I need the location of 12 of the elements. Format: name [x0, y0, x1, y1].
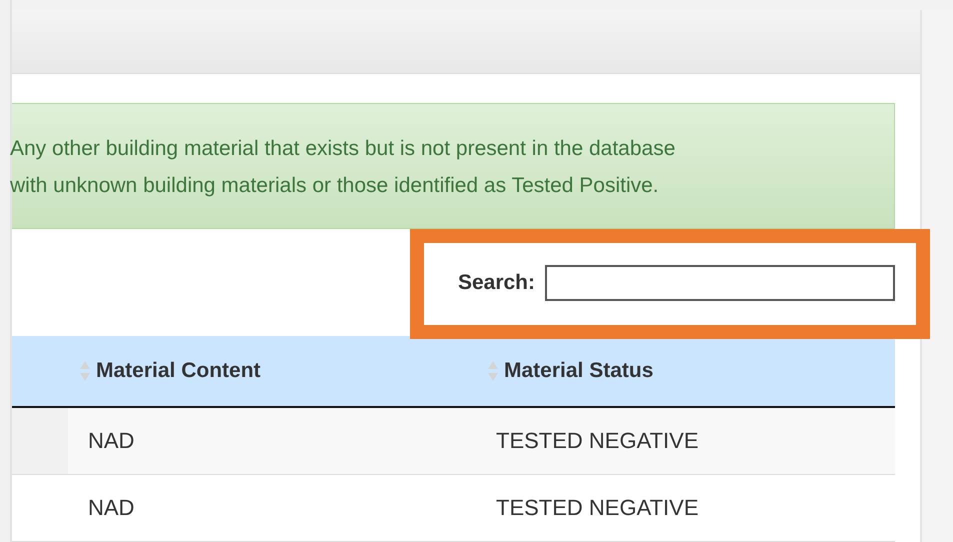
table-cell: NAD: [88, 495, 134, 520]
alert-text: with unknown building materials or those identified as Tested Positive.: [10, 173, 659, 199]
table-cell: TESTED NEGATIVE: [496, 428, 699, 453]
column-header[interactable]: Material Content: [96, 359, 261, 383]
search-field[interactable]: [545, 264, 895, 300]
sort-icon[interactable]: [80, 361, 90, 381]
column-header[interactable]: Material Status: [504, 359, 654, 383]
table-cell: NAD: [88, 428, 134, 453]
table-cell: TESTED NEGATIVE: [496, 495, 699, 520]
search-label: Search:: [458, 270, 535, 294]
sort-icon[interactable]: [488, 361, 498, 381]
alert-text: Any other building material that exists but is not present in the database: [10, 136, 676, 162]
